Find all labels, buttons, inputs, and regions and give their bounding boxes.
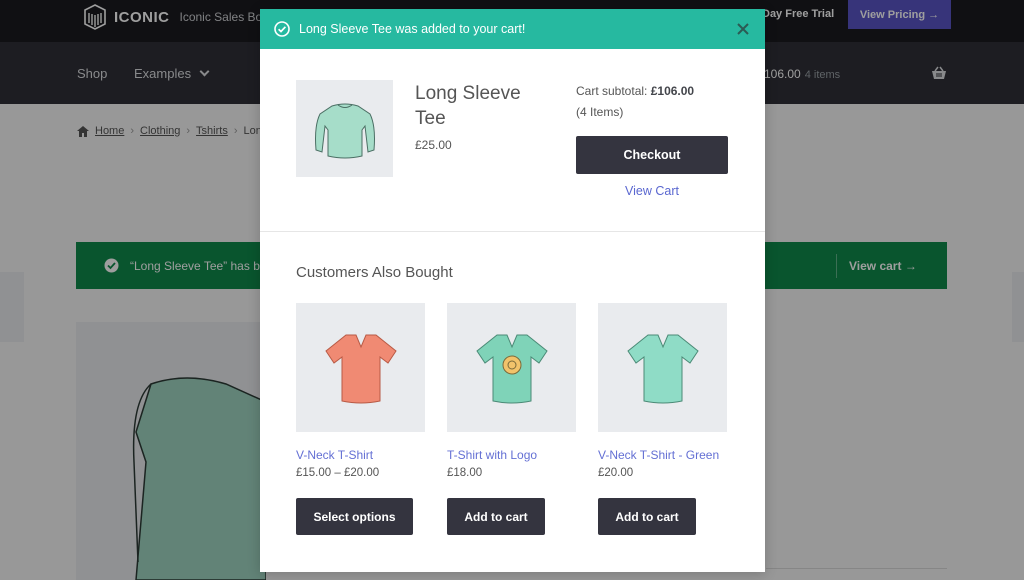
related-product-card: V-Neck T-Shirt £15.00 – £20.00 Select op… xyxy=(296,303,426,535)
related-product-image[interactable] xyxy=(447,303,576,432)
view-cart-link[interactable]: View Cart xyxy=(576,184,728,198)
related-product-image[interactable] xyxy=(598,303,727,432)
section-title: Customers Also Bought xyxy=(296,264,453,281)
related-product-card: V-Neck T-Shirt - Green £20.00 Add to car… xyxy=(598,303,728,535)
close-icon[interactable] xyxy=(734,20,752,38)
modal-header: Long Sleeve Tee was added to your cart! xyxy=(260,9,765,49)
related-product-name[interactable]: V-Neck T-Shirt xyxy=(296,448,426,462)
added-product-price: £25.00 xyxy=(415,138,452,152)
long-sleeve-tee-icon xyxy=(314,103,375,158)
related-product-price: £20.00 xyxy=(598,467,634,479)
tshirt-icon xyxy=(626,334,699,403)
related-product-image[interactable] xyxy=(296,303,425,432)
cart-subtotal-value: £106.00 xyxy=(650,84,695,98)
cart-subtotal-label: Cart subtotal: xyxy=(576,84,648,98)
related-product-name[interactable]: T-Shirt with Logo xyxy=(447,448,577,462)
related-product-name[interactable]: V-Neck T-Shirt - Green xyxy=(598,448,728,462)
cart-items-count: (4 Items) xyxy=(576,105,624,119)
added-to-cart-modal: Long Sleeve Tee was added to your cart! … xyxy=(260,9,765,572)
select-options-button[interactable]: Select options xyxy=(296,498,413,535)
check-circle-icon xyxy=(274,21,290,37)
related-product-price: £15.00 – £20.00 xyxy=(296,467,380,479)
related-product-price: £18.00 xyxy=(447,467,483,479)
related-product-card: T-Shirt with Logo £18.00 Add to cart xyxy=(447,303,577,535)
cart-subtotal: Cart subtotal: £106.00 xyxy=(576,84,694,98)
added-product-name: Long Sleeve Tee xyxy=(415,83,521,129)
added-product-image xyxy=(296,80,393,177)
add-to-cart-button[interactable]: Add to cart xyxy=(598,498,696,535)
modal-header-message: Long Sleeve Tee was added to your cart! xyxy=(299,22,526,36)
tshirt-with-logo-icon xyxy=(475,334,548,403)
checkout-button[interactable]: Checkout xyxy=(576,136,728,174)
add-to-cart-button[interactable]: Add to cart xyxy=(447,498,545,535)
tshirt-icon xyxy=(324,334,397,403)
modal-divider xyxy=(260,231,765,232)
